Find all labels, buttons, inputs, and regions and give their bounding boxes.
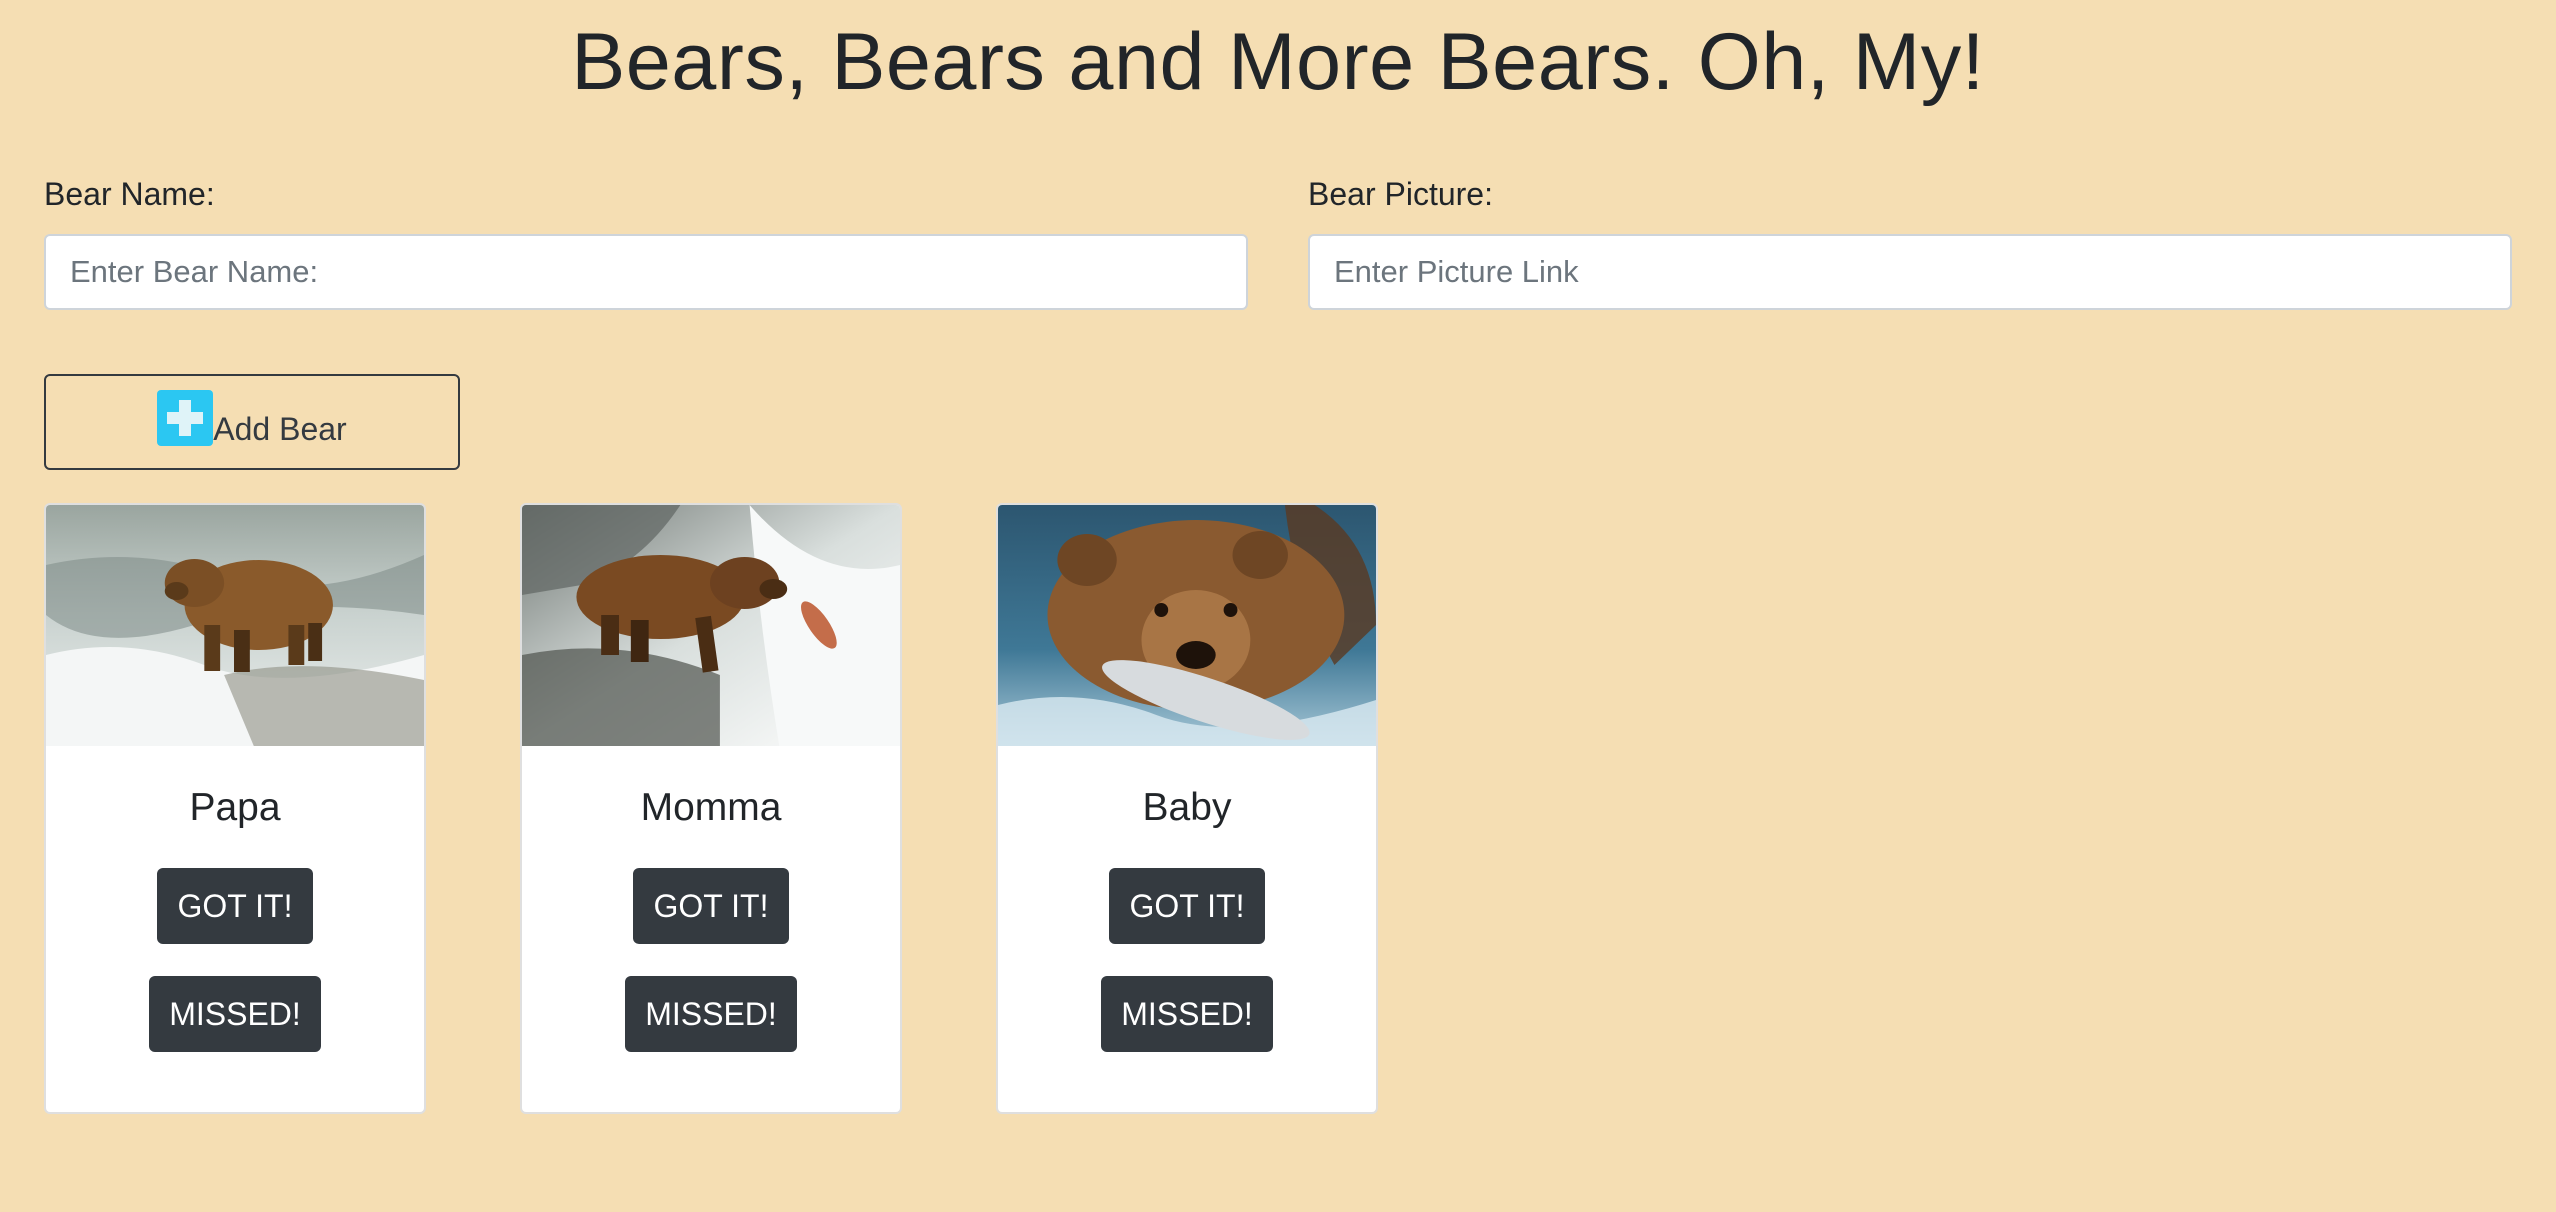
add-bear-button[interactable]: Add Bear (44, 374, 460, 470)
got-it-button[interactable]: GOT IT! (157, 868, 313, 944)
bear-name: Papa (189, 786, 281, 829)
bear-card-baby: Baby GOT IT! MISSED! (996, 503, 1378, 1114)
missed-button[interactable]: MISSED! (149, 976, 321, 1052)
bear-name: Momma (640, 786, 782, 829)
bear-name-label: Bear Name: (44, 176, 215, 212)
missed-button[interactable]: MISSED! (625, 976, 797, 1052)
page-title: Bears, Bears and More Bears. Oh, My! (571, 17, 1985, 107)
bear-card-papa: Papa GOT IT! MISSED! (44, 503, 426, 1114)
plus-square-icon (157, 390, 214, 446)
got-it-button[interactable]: GOT IT! (1109, 868, 1265, 944)
bear-name-input[interactable] (44, 234, 1248, 310)
bear-name: Baby (1142, 786, 1232, 829)
missed-button[interactable]: MISSED! (1101, 976, 1273, 1052)
bear-card-momma: Momma GOT IT! MISSED! (520, 503, 902, 1114)
bear-picture-input[interactable] (1308, 234, 2512, 310)
bear-image-papa (46, 505, 424, 746)
bear-image-baby (998, 505, 1376, 746)
bear-image-momma (522, 505, 900, 746)
got-it-button[interactable]: GOT IT! (633, 868, 789, 944)
add-bear-label: Add Bear (213, 410, 347, 447)
bear-picture-label: Bear Picture: (1308, 176, 1493, 212)
